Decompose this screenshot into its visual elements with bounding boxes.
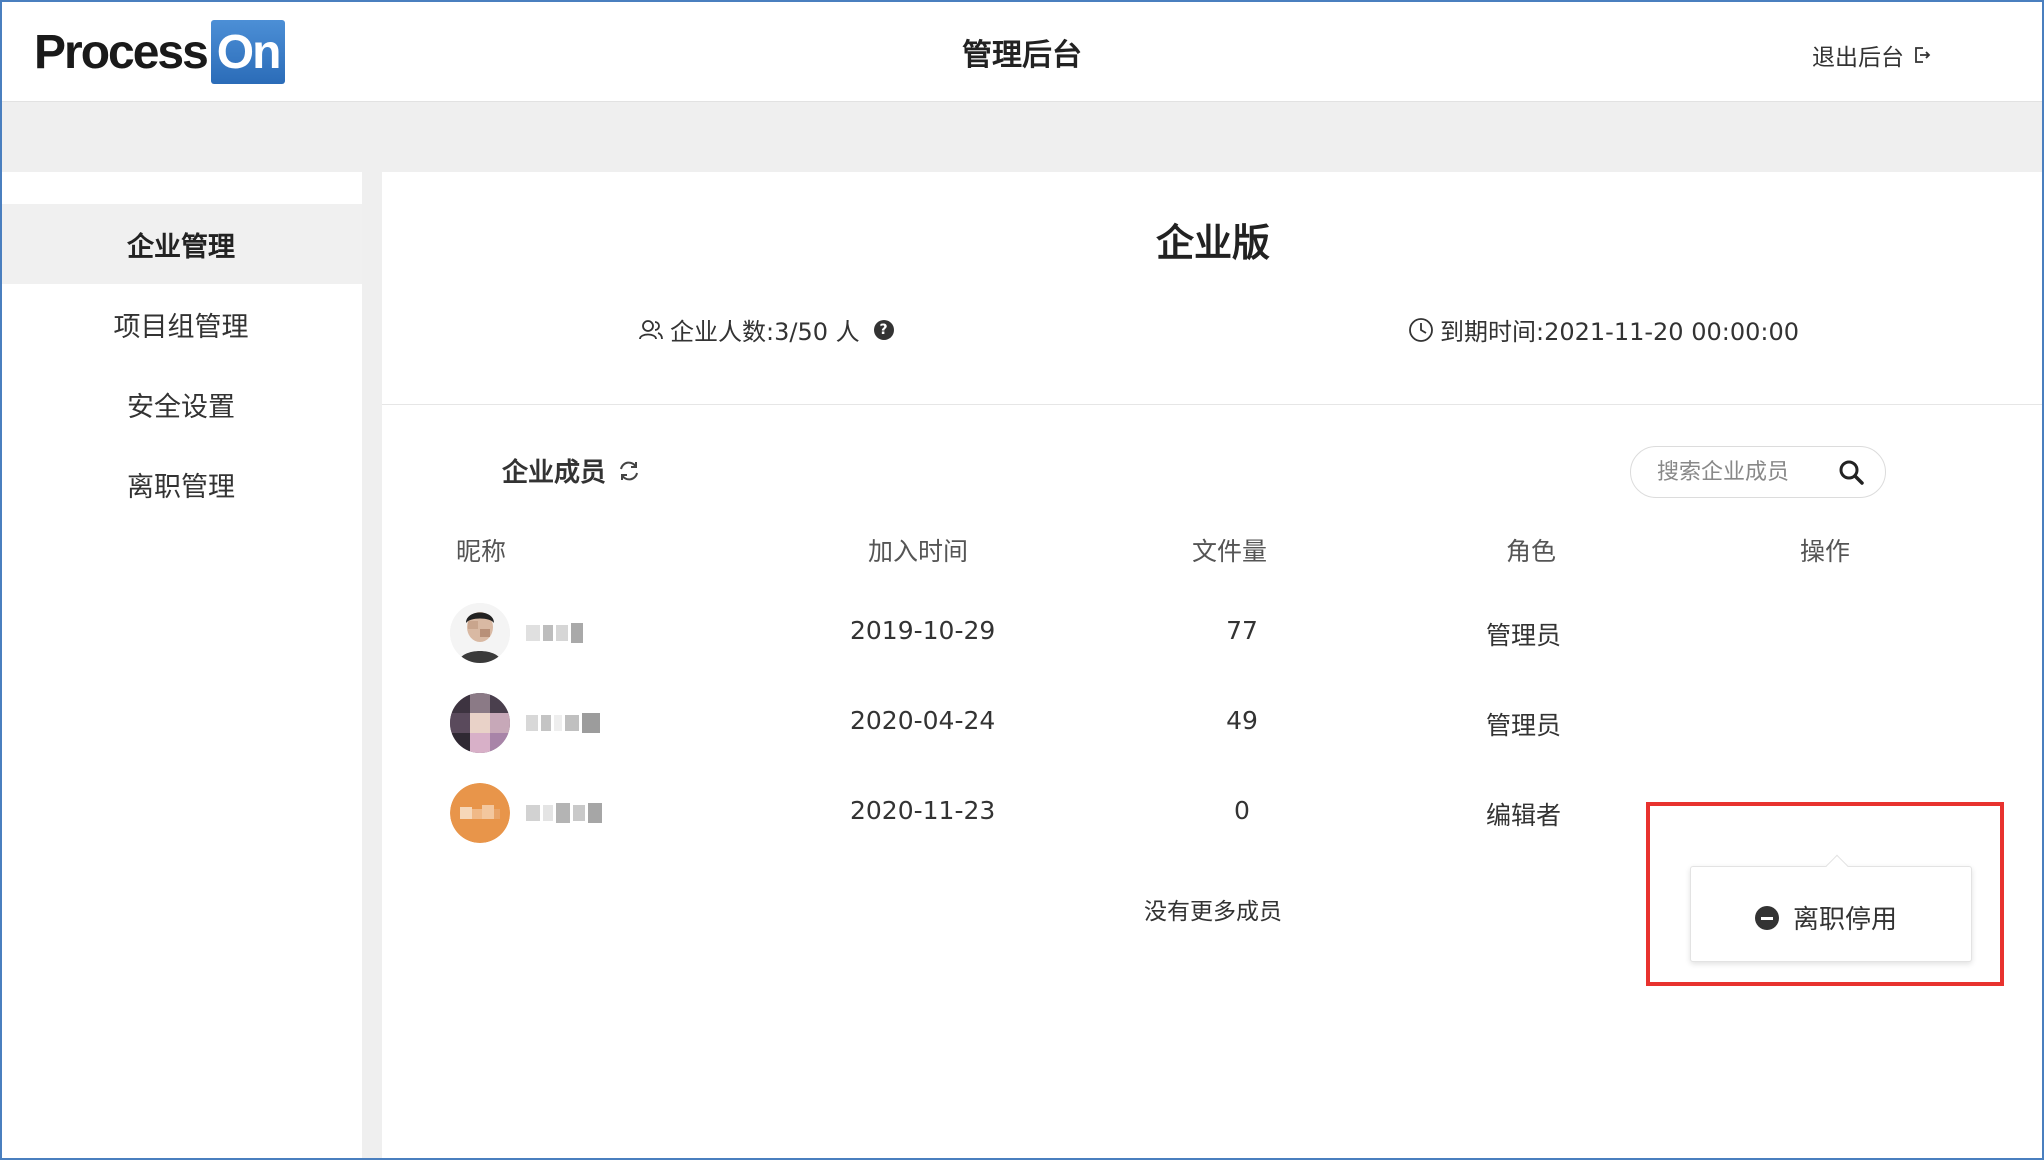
page-title: 管理后台 [0, 30, 2044, 74]
sidebar-item-enterprise[interactable]: 企业管理 [0, 204, 362, 284]
column-header-role: 角色 [1506, 537, 1557, 566]
members-section-title: 企业成员 [502, 452, 642, 489]
main-panel: 企业版 企业人数:3/50 人 ? 到期时间:2021-11-20 00:00:… [382, 172, 2044, 1160]
column-header-join-date: 加入时间 [868, 537, 969, 566]
avatar [450, 603, 510, 663]
table-row: 2020-11-23 0 编辑者 ··· [382, 778, 2044, 848]
join-date: 2020-11-23 [850, 796, 996, 825]
plan-title: 企业版 [1155, 221, 1270, 265]
deactivate-button[interactable]: 离职停用 [1755, 899, 1897, 936]
sidebar: 企业管理 项目组管理 安全设置 离职管理 [0, 172, 362, 1160]
avatar [450, 783, 510, 843]
expire-time-label: 到期时间:2021-11-20 00:00:00 [1440, 318, 1799, 346]
expire-time: 到期时间:2021-11-20 00:00:00 [1408, 312, 1799, 347]
file-count: 77 [1226, 616, 1258, 645]
logout-button[interactable]: 退出后台 [1812, 38, 1932, 72]
role: 管理员 [1486, 711, 1562, 740]
join-date: 2019-10-29 [850, 616, 996, 645]
search-icon[interactable] [1837, 458, 1865, 486]
deactivate-label: 离职停用 [1793, 905, 1898, 935]
column-header-nickname: 昵称 [456, 537, 507, 566]
logo-text-process: Process [34, 25, 209, 79]
members-title-text: 企业成员 [502, 458, 607, 488]
file-count: 0 [1234, 796, 1250, 825]
popover-arrow [1825, 854, 1849, 878]
clock-icon [1409, 317, 1433, 342]
logout-label: 退出后台 [1812, 45, 1904, 71]
role: 管理员 [1486, 621, 1562, 650]
table-row: 2020-04-24 49 管理员 [382, 688, 2044, 758]
sidebar-item-project-groups[interactable]: 项目组管理 [0, 284, 362, 364]
column-header-actions: 操作 [1800, 537, 1851, 566]
top-header: Process On 管理后台 退出后台 [0, 0, 2044, 102]
file-count: 49 [1226, 706, 1258, 735]
page-title-text: 管理后台 [962, 38, 1082, 73]
sidebar-item-security[interactable]: 安全设置 [0, 364, 362, 444]
sidebar-item-resignation[interactable]: 离职管理 [0, 444, 362, 524]
actions-popover: 离职停用 [1690, 854, 1972, 962]
column-header-file-count: 文件量 [1192, 537, 1268, 566]
nickname-redacted [526, 712, 600, 734]
member-count: 企业人数:3/50 人 ? [638, 312, 894, 347]
minus-circle-icon [1755, 905, 1779, 930]
logout-icon [1915, 47, 1931, 63]
table-row: 2019-10-29 77 管理员 [382, 598, 2044, 668]
avatar [450, 693, 510, 753]
role: 编辑者 [1486, 801, 1562, 830]
logo-text-on: On [210, 20, 286, 84]
more-actions-button[interactable]: ··· [1818, 790, 1846, 820]
section-divider [382, 404, 2044, 405]
member-count-label: 企业人数:3/50 人 [670, 318, 860, 346]
join-date: 2020-04-24 [850, 706, 996, 735]
processon-logo[interactable]: Process On [34, 20, 286, 84]
nickname-redacted [526, 622, 583, 644]
member-search [1630, 446, 1886, 498]
nickname-redacted [526, 802, 602, 824]
help-icon[interactable]: ? [873, 319, 894, 340]
users-icon [639, 319, 663, 339]
member-search-input[interactable] [1657, 459, 1837, 485]
refresh-icon[interactable] [616, 458, 642, 484]
